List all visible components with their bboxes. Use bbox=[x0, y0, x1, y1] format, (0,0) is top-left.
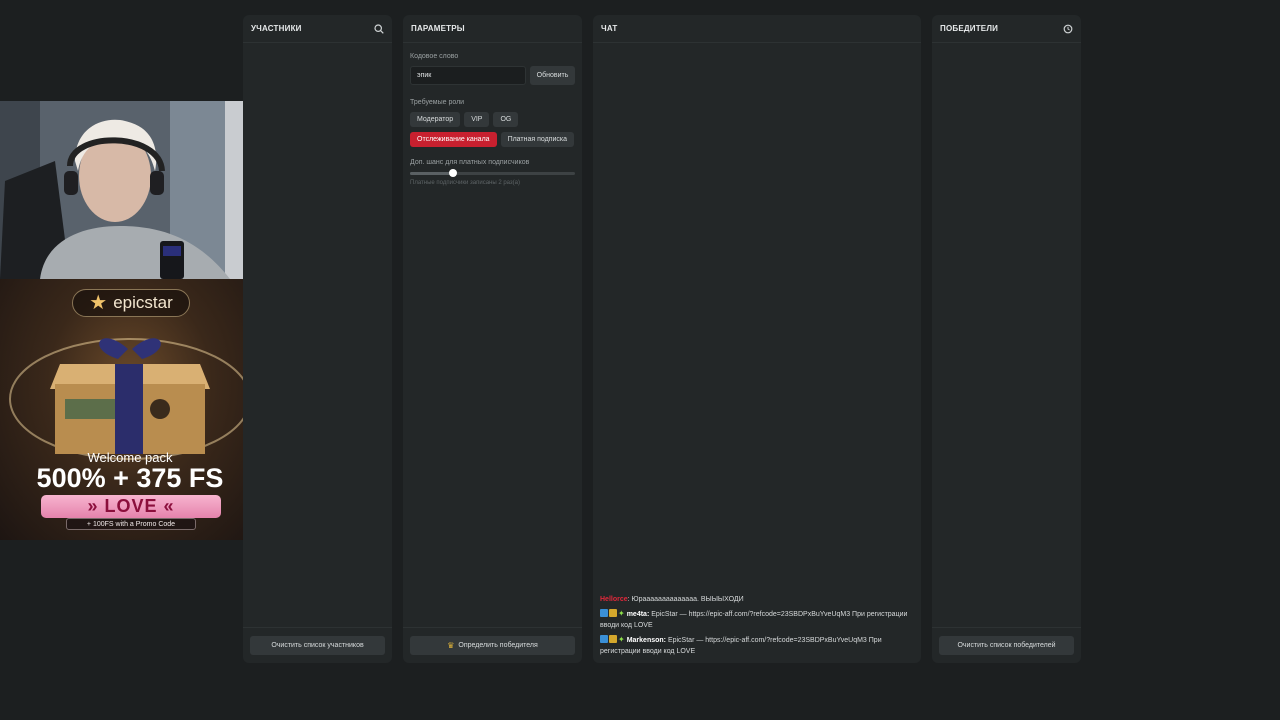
star-badge-icon: ✦ bbox=[618, 609, 625, 618]
webcam-overlay bbox=[0, 101, 259, 279]
pick-winner-button[interactable]: ♛ Определить победителя bbox=[410, 636, 575, 655]
crown-badge-icon bbox=[609, 609, 617, 617]
history-icon[interactable] bbox=[1063, 24, 1073, 34]
brand-name: epicstar bbox=[113, 293, 173, 312]
role-og-chip[interactable]: OG bbox=[493, 112, 519, 127]
slider-fill bbox=[410, 172, 453, 175]
star-icon: ★ bbox=[89, 292, 108, 314]
winners-panel: ПОБЕДИТЕЛИ Очистить список победителей bbox=[932, 15, 1081, 663]
chat-title: ЧАТ bbox=[601, 24, 618, 33]
clear-winners-button[interactable]: Очистить список победителей bbox=[939, 636, 1074, 655]
chat-username[interactable]: me4ta: bbox=[627, 611, 650, 618]
chat-message: ✦ Markenson: EpicStar — https://epic-aff.… bbox=[600, 634, 911, 657]
pick-winner-label: Определить победителя bbox=[458, 642, 538, 649]
parameters-title: ПАРАМЕТРЫ bbox=[411, 24, 465, 33]
streamer-video bbox=[0, 101, 259, 279]
participants-title: УЧАСТНИКИ bbox=[251, 24, 302, 33]
chat-message: Hellorce: Юраааааааааааааа. ВЫЫЫХОДИ bbox=[600, 594, 911, 605]
crown-badge-icon bbox=[609, 635, 617, 643]
chat-body: Hellorce: Юраааааааааааааа. ВЫЫЫХОДИ ✦ me… bbox=[593, 43, 921, 663]
bonus-label: Доп. шанс для платных подписчиков bbox=[410, 159, 530, 166]
badge-icon bbox=[600, 609, 608, 617]
chat-message: ✦ me4ta: EpicStar — https://epic-aff.com/… bbox=[600, 608, 911, 631]
winners-list bbox=[932, 43, 1081, 627]
chat-text: : Юраааааааааааааа. ВЫЫЫХОДИ bbox=[627, 596, 744, 603]
codeword-input[interactable] bbox=[410, 66, 526, 85]
chat-header: ЧАТ bbox=[593, 15, 921, 43]
roles-label: Требуемые роли bbox=[410, 99, 465, 106]
winners-header: ПОБЕДИТЕЛИ bbox=[932, 15, 1081, 43]
bonus-chance-slider[interactable] bbox=[410, 169, 575, 177]
epicstar-logo: ★ epicstar bbox=[72, 289, 190, 317]
participants-panel: УЧАСТНИКИ Очистить список участников bbox=[243, 15, 392, 663]
chat-panel: ЧАТ Hellorce: Юраааааааааааааа. ВЫЫЫХОДИ… bbox=[593, 15, 921, 663]
channel-follow-chip[interactable]: Отслеживание канала bbox=[410, 132, 497, 147]
winners-title: ПОБЕДИТЕЛИ bbox=[940, 24, 999, 33]
paid-sub-chip[interactable]: Платная подписка bbox=[500, 132, 575, 147]
update-button[interactable]: Обновить bbox=[530, 66, 575, 85]
badge-icon bbox=[600, 635, 608, 643]
chat-log: Hellorce: Юраааааааааааааа. ВЫЫЫХОДИ ✦ me… bbox=[600, 591, 911, 657]
epicstar-ad-banner[interactable]: ★ epicstar Welcome pack 500% + 375 FS » … bbox=[0, 279, 260, 540]
role-moderator-chip[interactable]: Модератор bbox=[410, 112, 461, 127]
crown-icon: ♛ bbox=[447, 641, 455, 650]
star-badge-icon: ✦ bbox=[618, 635, 625, 644]
participants-list bbox=[243, 43, 392, 627]
participants-header: УЧАСТНИКИ bbox=[243, 15, 392, 43]
parameters-panel: ПАРАМЕТРЫ Кодовое слово Обновить Требуем… bbox=[403, 15, 582, 663]
codeword-label: Кодовое слово bbox=[410, 53, 459, 60]
bonus-hint: Платные подписчики записаны 2 раз(а) bbox=[410, 180, 521, 186]
promo-note: + 100FS with a Promo Code bbox=[66, 518, 196, 530]
love-code-button[interactable]: » LOVE « bbox=[41, 495, 221, 518]
chat-username[interactable]: Hellorce bbox=[600, 596, 628, 603]
offer-text: 500% + 375 FS bbox=[36, 463, 224, 493]
parameters-header: ПАРАМЕТРЫ bbox=[403, 15, 582, 43]
role-vip-chip[interactable]: VIP bbox=[464, 112, 490, 127]
chat-username[interactable]: Markenson: bbox=[627, 637, 666, 644]
parameters-body: Кодовое слово Обновить Требуемые роли Мо… bbox=[403, 43, 582, 627]
slider-thumb[interactable] bbox=[448, 169, 457, 177]
clear-participants-button[interactable]: Очистить список участников bbox=[250, 636, 385, 655]
search-icon[interactable] bbox=[374, 23, 384, 34]
